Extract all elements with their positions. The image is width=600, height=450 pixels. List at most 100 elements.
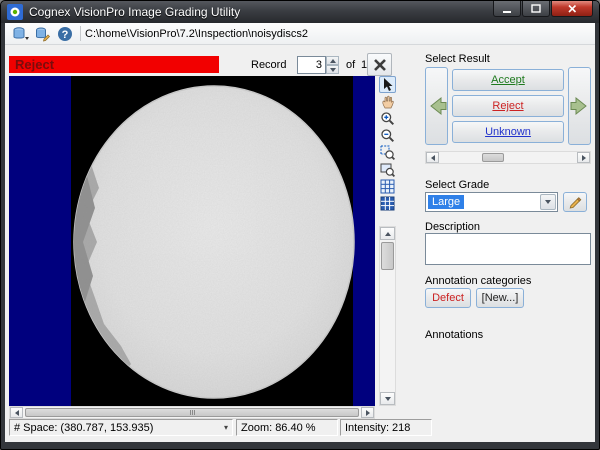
zoom-window-tool-button[interactable]	[379, 144, 396, 161]
caption-buttons	[492, 1, 593, 17]
grid-icon	[380, 179, 395, 194]
database-path: C:\home\VisionPro\7.2\Inspection\noisydi…	[85, 28, 308, 40]
left-triangle-icon	[431, 155, 435, 161]
grid-filled-tool-button[interactable]	[379, 195, 396, 212]
close-button[interactable]	[551, 1, 593, 17]
edit-grades-button[interactable]	[563, 192, 587, 212]
maximize-icon	[528, 2, 544, 16]
combo-dropdown-button[interactable]	[540, 194, 556, 210]
pan-tool-button[interactable]	[379, 93, 396, 110]
horizontal-scroll-thumb[interactable]	[25, 408, 359, 417]
coordinate-space-dropdown[interactable]: # Space: (380.787, 153.935) ▾	[9, 419, 233, 436]
record-spin-down-button[interactable]	[326, 65, 339, 74]
scroll-right-button[interactable]	[361, 407, 374, 418]
pointer-icon	[380, 77, 395, 92]
main-toolbar: ? C:\home\VisionPro\7.2\Inspection\noisy…	[5, 23, 595, 45]
new-category-button[interactable]: [New...]	[476, 288, 524, 308]
help-button[interactable]: ?	[54, 24, 76, 43]
result-banner-text: Reject	[15, 57, 54, 72]
space-label: # Space:	[14, 422, 57, 434]
record-position-scrollbar[interactable]	[425, 151, 591, 164]
delete-record-icon	[371, 56, 389, 74]
grip-icon	[190, 410, 191, 415]
grade-combobox[interactable]: Large	[425, 192, 558, 212]
scroll-right-button[interactable]	[577, 152, 590, 163]
maximize-button[interactable]	[522, 1, 550, 17]
down-triangle-icon	[385, 397, 391, 401]
zoom-fit-icon	[380, 162, 395, 177]
unknown-button[interactable]: Unknown	[452, 121, 564, 143]
description-label: Description	[425, 221, 480, 233]
next-record-button[interactable]	[568, 67, 591, 145]
delete-record-button[interactable]	[367, 53, 392, 76]
toolbar-separator	[80, 26, 81, 41]
record-spin-up-button[interactable]	[326, 56, 339, 65]
up-triangle-icon	[385, 232, 391, 236]
zoom-window-icon	[380, 145, 395, 160]
zoom-value: 86.40 %	[275, 422, 315, 434]
annotation-categories-label: Annotation categories	[425, 275, 531, 287]
record-number-input[interactable]: 3	[297, 56, 326, 74]
grid-tool-button[interactable]	[379, 178, 396, 195]
select-result-label: Select Result	[425, 53, 490, 65]
zoom-label: Zoom:	[241, 422, 272, 434]
close-icon	[564, 2, 580, 16]
pointer-tool-button[interactable]	[379, 76, 396, 93]
space-value: (380.787, 153.935)	[60, 422, 153, 434]
zoom-fit-tool-button[interactable]	[379, 161, 396, 178]
display-toolstrip	[379, 76, 396, 212]
down-triangle-icon	[545, 200, 551, 204]
record-spinner: 3	[297, 56, 339, 74]
zoom-in-tool-button[interactable]	[379, 110, 396, 127]
zoom-out-tool-button[interactable]	[379, 127, 396, 144]
accept-button[interactable]: Accept	[452, 69, 564, 91]
scroll-down-button[interactable]	[380, 392, 395, 405]
vertical-scroll-thumb[interactable]	[381, 242, 394, 270]
intensity-label: Intensity:	[345, 422, 389, 434]
save-database-button[interactable]	[32, 24, 54, 43]
record-scroll-thumb[interactable]	[482, 153, 504, 162]
help-icon: ?	[57, 26, 73, 42]
app-window: Cognex VisionPro Image Grading Utility	[0, 0, 600, 450]
down-triangle-icon	[330, 68, 336, 72]
grip-icon	[192, 410, 193, 415]
client-area: ? C:\home\VisionPro\7.2\Inspection\noisy…	[5, 23, 595, 442]
description-input[interactable]	[425, 233, 591, 265]
svg-text:?: ?	[62, 29, 69, 41]
grid-filled-icon	[380, 196, 395, 211]
scroll-left-button[interactable]	[426, 152, 439, 163]
image-horizontal-scrollbar[interactable]	[9, 406, 375, 419]
record-spin-buttons	[326, 56, 339, 74]
minimize-button[interactable]	[493, 1, 521, 17]
intensity-value: 218	[392, 422, 410, 434]
right-triangle-icon	[366, 410, 370, 416]
grip-icon	[194, 410, 195, 415]
image-display[interactable]	[9, 76, 375, 406]
intensity-status: Intensity: 218	[340, 419, 432, 436]
annotations-label: Annotations	[425, 329, 483, 341]
reject-button[interactable]: Reject	[452, 95, 564, 117]
record-label: Record	[251, 59, 286, 71]
grade-selected-value: Large	[428, 195, 464, 209]
image-vertical-scrollbar[interactable]	[379, 226, 396, 406]
record-of-label: of	[346, 59, 355, 71]
up-triangle-icon	[330, 59, 336, 63]
left-triangle-icon	[15, 410, 19, 416]
window-title: Cognex VisionPro Image Grading Utility	[29, 5, 240, 19]
prev-arrow-icon	[427, 93, 447, 119]
inspection-image	[9, 76, 375, 406]
previous-record-button[interactable]	[425, 67, 448, 145]
next-arrow-icon	[570, 93, 590, 119]
result-banner: Reject	[9, 56, 219, 73]
scroll-left-button[interactable]	[10, 407, 23, 418]
pan-icon	[380, 94, 395, 109]
zoom-status: Zoom: 86.40 %	[236, 419, 338, 436]
scroll-up-button[interactable]	[380, 227, 395, 240]
database-button[interactable]	[10, 24, 32, 43]
defect-category-button[interactable]: Defect	[425, 288, 471, 308]
select-grade-label: Select Grade	[425, 179, 489, 191]
coordinate-space-dropdown-icon: ▾	[224, 423, 228, 432]
minimize-icon	[499, 2, 515, 16]
app-icon	[7, 4, 23, 20]
database-edit-icon	[35, 26, 51, 42]
